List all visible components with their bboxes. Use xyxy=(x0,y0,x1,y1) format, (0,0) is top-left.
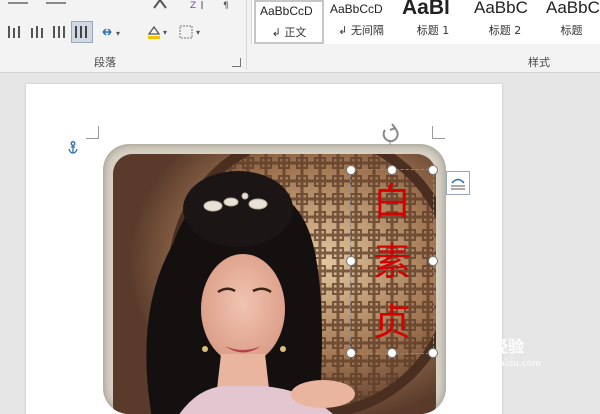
style-name: 标题 1 xyxy=(416,24,450,37)
text-char-3: 贞 xyxy=(372,300,411,344)
align-center-icon[interactable] xyxy=(28,22,48,42)
layout-options-button[interactable] xyxy=(446,171,470,195)
resize-handle-top-left[interactable] xyxy=(346,165,356,175)
style-normal[interactable]: AaBbCcD ↲ 正文 xyxy=(254,0,324,44)
text-char-1: 白 xyxy=(372,180,411,224)
watermark-url: jingyan.baidu.com xyxy=(458,359,542,369)
style-sample: AaBbC xyxy=(546,0,600,17)
style-no-spacing[interactable]: AaBbCcD ↲ 无间隔 xyxy=(326,0,396,44)
resize-handle-bottom-left[interactable] xyxy=(346,348,356,358)
resize-handle-bottom-center[interactable] xyxy=(387,348,397,358)
multilevel-list-icon[interactable] xyxy=(44,0,70,8)
margin-corner-top-left xyxy=(86,126,99,139)
style-heading-2[interactable]: AaBbC 标题 2 xyxy=(470,0,540,44)
svg-text:▾: ▾ xyxy=(196,28,200,37)
svg-text:▾: ▾ xyxy=(116,29,120,38)
watermark: Bai 经验 jingyan.baidu.com xyxy=(458,333,541,369)
borders-icon[interactable]: ▾ xyxy=(178,22,206,42)
rotate-handle-icon[interactable] xyxy=(379,123,401,145)
styles-group-label: 样式 xyxy=(528,56,550,69)
style-sample: AaBl xyxy=(402,0,450,19)
style-sample: AaBbCcD xyxy=(330,2,383,16)
margin-corner-top-right xyxy=(432,126,445,139)
style-name: 标题 xyxy=(560,24,583,37)
style-name: 标题 2 xyxy=(488,24,522,37)
resize-handle-middle-right[interactable] xyxy=(428,256,438,266)
group-separator xyxy=(246,0,247,70)
resize-handle-middle-left[interactable] xyxy=(346,256,356,266)
show-formatting-icon[interactable]: ¶ xyxy=(220,0,234,10)
style-name: ↲ 无间隔 xyxy=(338,24,384,37)
svg-text:▾: ▾ xyxy=(163,28,167,37)
text-char-2: 素 xyxy=(372,240,411,284)
line-spacing-icon[interactable]: ▾ xyxy=(100,22,130,42)
svg-text:¶: ¶ xyxy=(223,1,229,10)
paragraph-group-label: 段落 xyxy=(94,56,116,69)
justify-icon[interactable] xyxy=(71,21,93,43)
numbering-icon[interactable] xyxy=(6,0,32,8)
styles-gallery[interactable]: AaBbCcD ↲ 正文 AaBbCcD ↲ 无间隔 AaBl 标题 1 AaB… xyxy=(251,0,600,44)
style-name: ↲ 正文 xyxy=(271,26,307,39)
style-sample: AaBbCcD xyxy=(260,4,313,18)
style-title[interactable]: AaBbC 标题 xyxy=(542,0,600,44)
shading-icon[interactable]: ▾ xyxy=(145,22,173,42)
resize-handle-top-center[interactable] xyxy=(387,165,397,175)
resize-handle-bottom-right[interactable] xyxy=(428,348,438,358)
sort-icon[interactable]: Z xyxy=(188,0,208,10)
resize-handle-top-right[interactable] xyxy=(428,165,438,175)
svg-text:Z: Z xyxy=(190,1,196,10)
style-sample: AaBbC xyxy=(474,0,528,17)
anchor-icon[interactable] xyxy=(67,141,79,159)
vertical-text: 白 素 贞 xyxy=(351,172,433,352)
align-right-icon[interactable] xyxy=(50,22,70,42)
paragraph-dialog-launcher-icon[interactable] xyxy=(232,58,241,67)
watermark-text: Bai 经验 xyxy=(458,337,525,356)
ribbon: Z ¶ ▾ ▾ ▾ 段落 AaBbCcD ↲ 正文 AaBbCcD ↲ 无间隔 xyxy=(0,0,600,73)
align-left-icon[interactable] xyxy=(6,22,26,42)
vertical-text-box[interactable]: 白 素 贞 xyxy=(350,169,434,354)
font-shading-icon[interactable] xyxy=(150,0,174,10)
style-heading-1[interactable]: AaBl 标题 1 xyxy=(398,0,468,44)
